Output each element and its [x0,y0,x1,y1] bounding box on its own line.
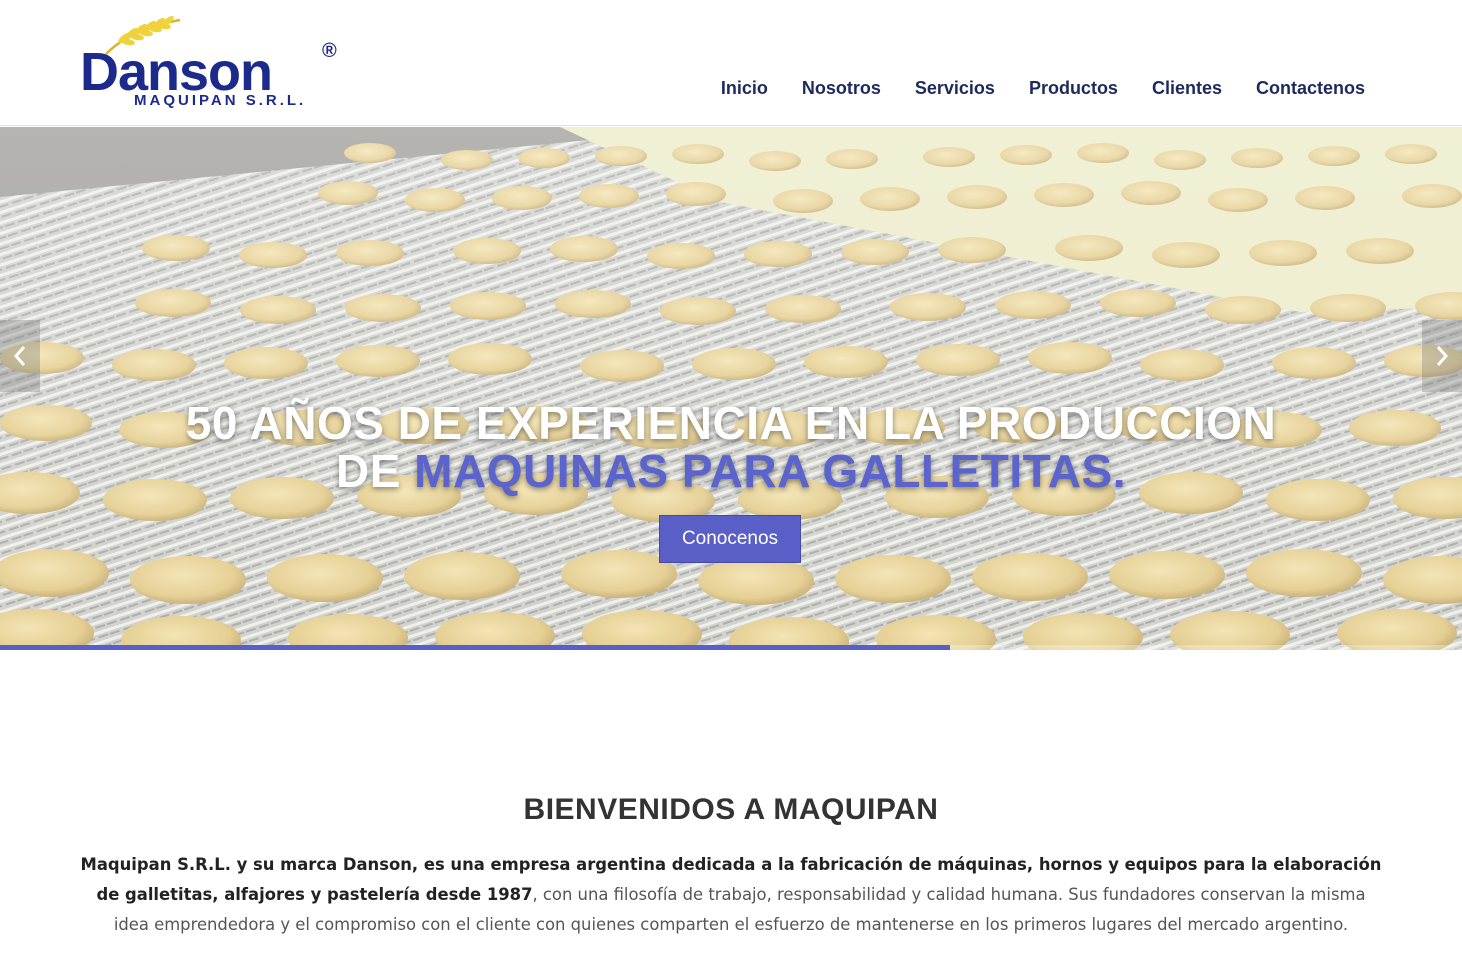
hero-title: 50 AÑOS DE EXPERIENCIA EN LA PRODUCCION … [0,399,1462,495]
nav-item-clientes[interactable]: Clientes [1152,78,1222,99]
nav-item-servicios[interactable]: Servicios [915,78,995,99]
hero-title-line2-prefix: DE [335,445,415,497]
chevron-right-icon [1436,346,1449,366]
hero-title-line1: 50 AÑOS DE EXPERIENCIA EN LA PRODUCCION [185,397,1277,449]
hero-title-line2-accent: MAQUINAS PARA GALLETITAS. [414,445,1127,497]
slide-progress-fill [0,645,951,650]
hero-background-image [0,127,1462,650]
conocenos-button[interactable]: Conocenos [659,515,801,563]
chevron-left-icon [13,346,26,366]
danson-logo[interactable]: Danson ® MAQUIPAN S.R.L. [80,16,350,116]
registered-mark: ® [322,40,337,62]
nav-item-inicio[interactable]: Inicio [721,78,768,99]
slide-progress-bar [0,645,1462,650]
welcome-paragraph: Maquipan S.R.L. y su marca Danson, es un… [80,850,1382,940]
main-nav: Inicio Nosotros Servicios Productos Clie… [721,78,1365,99]
logo-subtitle: MAQUIPAN S.R.L. [134,92,307,109]
hero-slider: 50 AÑOS DE EXPERIENCIA EN LA PRODUCCION … [0,127,1462,650]
welcome-title: BIENVENIDOS A MAQUIPAN [523,793,939,826]
nav-item-productos[interactable]: Productos [1029,78,1118,99]
nav-item-nosotros[interactable]: Nosotros [802,78,881,99]
slider-prev-button[interactable] [0,320,40,392]
site-header: Danson ® MAQUIPAN S.R.L. Inicio Nosotros… [0,0,1462,126]
nav-item-contactenos[interactable]: Contactenos [1256,78,1365,99]
slider-next-button[interactable] [1422,320,1462,392]
